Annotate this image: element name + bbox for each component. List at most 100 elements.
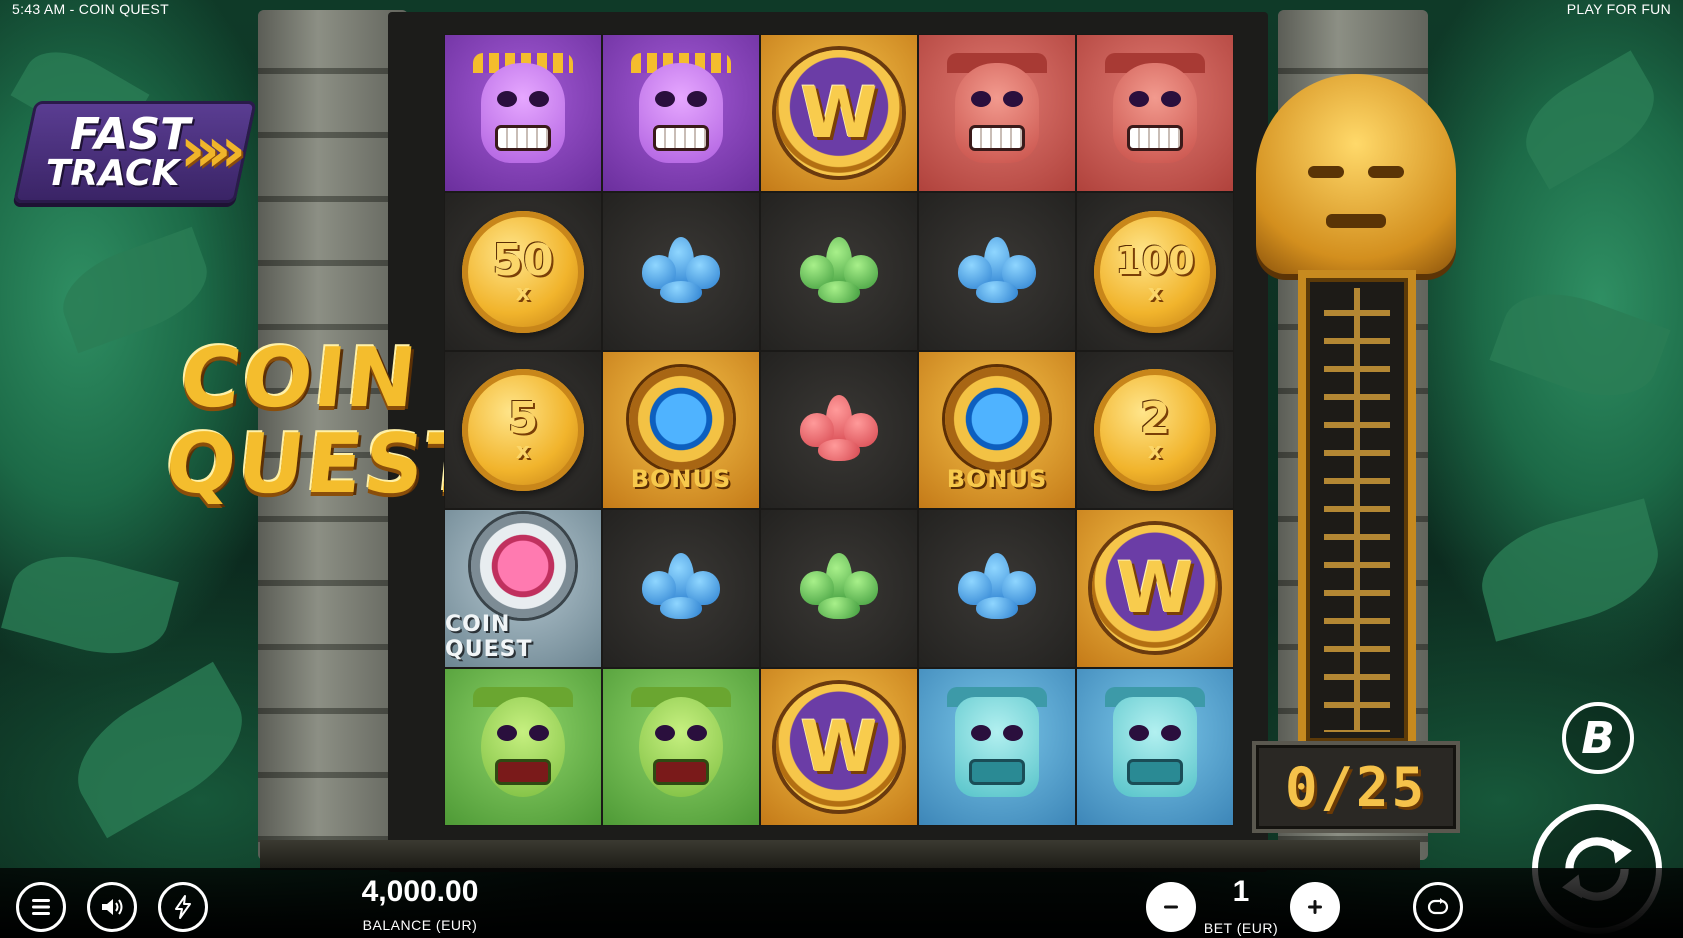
reel-cell bbox=[918, 34, 1076, 193]
reel-cell bbox=[602, 509, 760, 668]
scatter-medallion-icon bbox=[471, 514, 575, 619]
menu-button[interactable] bbox=[16, 882, 66, 932]
leaf-decoration bbox=[1470, 498, 1670, 642]
coin-quest-scatter-symbol: COIN QUEST bbox=[445, 514, 601, 662]
wild-symbol: W bbox=[776, 683, 902, 810]
reel-cell bbox=[444, 34, 602, 193]
green-gem-icon bbox=[796, 236, 882, 307]
reel-cell bbox=[1076, 34, 1234, 193]
brand-letter: B bbox=[1581, 712, 1615, 764]
blue-gem-icon bbox=[638, 553, 724, 623]
reel-cell: COIN QUEST bbox=[444, 509, 602, 668]
bonus-label: BONUS bbox=[630, 464, 732, 493]
reel-cell bbox=[918, 192, 1076, 351]
jaguar-mask-icon bbox=[937, 53, 1057, 173]
leaf-decoration bbox=[57, 661, 263, 839]
collector-counter-value: 0/25 bbox=[1284, 755, 1428, 819]
collector-counter: 0/25 bbox=[1252, 741, 1460, 833]
reel-cell bbox=[760, 509, 918, 668]
reel-cell bbox=[602, 667, 760, 826]
reel-cell: 5x bbox=[444, 350, 602, 510]
bet-decrease-button[interactable] bbox=[1146, 882, 1196, 932]
serpent-mask-icon bbox=[1095, 686, 1215, 807]
reel-cell: BONUS bbox=[918, 350, 1076, 510]
reel-cell bbox=[602, 34, 760, 193]
coin-value: 50 bbox=[492, 234, 554, 286]
reel-cell bbox=[1076, 667, 1234, 826]
bet-label: BET (EUR) bbox=[1203, 920, 1279, 936]
bonus-label: BONUS bbox=[946, 464, 1048, 493]
serpent-mask-icon bbox=[937, 686, 1057, 807]
bet-increase-button[interactable] bbox=[1290, 882, 1340, 932]
jaguar-mask-icon bbox=[1095, 53, 1215, 173]
reel-cell bbox=[760, 350, 918, 510]
reel-cell bbox=[918, 509, 1076, 668]
play-mode-label: PLAY FOR FUN bbox=[1566, 1, 1671, 17]
bonus-symbol: BONUS bbox=[629, 366, 733, 493]
reel-cell: W bbox=[1076, 509, 1234, 668]
fast-track-line2: TRACK bbox=[46, 153, 180, 194]
plus-icon bbox=[1308, 900, 1322, 914]
reel-cell bbox=[760, 192, 918, 351]
coin-multiplier: x bbox=[515, 280, 531, 306]
minus-icon bbox=[1164, 905, 1178, 909]
reel-cell: 100 x bbox=[1076, 192, 1234, 351]
coin-multiplier: x bbox=[1147, 438, 1163, 464]
coin-multiplier: x bbox=[515, 438, 531, 464]
game-logo: COIN QUEST bbox=[161, 331, 488, 536]
turbo-button[interactable] bbox=[158, 882, 208, 932]
bet-value: 1 bbox=[1232, 875, 1250, 908]
blue-gem-icon bbox=[954, 553, 1040, 623]
leaf-decoration bbox=[1489, 275, 1671, 415]
reel-cell: W bbox=[760, 667, 918, 826]
coin-symbol: 100 x bbox=[1094, 210, 1216, 333]
reel-cell: W bbox=[760, 34, 918, 193]
logo-line2: QUEST bbox=[161, 417, 489, 512]
reel-grid: W 50 x 100 x 5 x BONUS BONUS 2 x COIN QUEST W W bbox=[444, 34, 1234, 826]
red-gem-icon bbox=[796, 394, 882, 465]
reel-cell: 50 x bbox=[444, 192, 602, 351]
bonus-symbol: BONUS bbox=[945, 366, 1049, 493]
reel-cell bbox=[444, 667, 602, 826]
reel-cell: 2x bbox=[1076, 350, 1234, 510]
coin-multiplier: x bbox=[1147, 280, 1163, 306]
wild-symbol: W bbox=[1092, 525, 1218, 652]
wild-label: W bbox=[800, 705, 878, 788]
collector-totem bbox=[1252, 74, 1462, 814]
coin-value: 5 bbox=[507, 392, 539, 444]
turbo-icon bbox=[175, 895, 191, 919]
reel-cell bbox=[602, 192, 760, 351]
leaf-decoration bbox=[1, 540, 179, 670]
monkey-mask-icon bbox=[463, 686, 583, 807]
temple-floor bbox=[260, 840, 1420, 870]
autoplay-button[interactable] bbox=[1413, 882, 1463, 932]
balance-label: BALANCE (EUR) bbox=[362, 917, 478, 933]
green-gem-icon bbox=[796, 553, 882, 623]
brand-badge: B bbox=[1562, 702, 1634, 774]
reel-cell bbox=[918, 667, 1076, 826]
wild-label: W bbox=[800, 72, 878, 155]
coin-value: 2 bbox=[1139, 392, 1171, 444]
coin-symbol: 2x bbox=[1094, 368, 1216, 491]
bonus-medallion-icon bbox=[945, 366, 1049, 471]
menu-icon bbox=[32, 899, 50, 915]
fast-track-button[interactable]: FAST TRACK »» bbox=[13, 101, 257, 203]
coin-quest-scatter-label: COIN QUEST bbox=[445, 612, 533, 663]
wild-symbol: W bbox=[776, 50, 902, 177]
totem-mask-icon bbox=[1256, 74, 1456, 274]
totem-column bbox=[1298, 270, 1416, 750]
leaf-decoration bbox=[1509, 50, 1671, 190]
sound-icon bbox=[102, 899, 123, 915]
skull-mask-icon bbox=[463, 53, 583, 173]
wild-label: W bbox=[1116, 547, 1194, 630]
sound-button[interactable] bbox=[87, 882, 137, 932]
coin-symbol: 50 x bbox=[462, 210, 584, 333]
status-title: 5:43 AM - COIN QUEST bbox=[12, 1, 169, 17]
coin-value: 100 bbox=[1115, 238, 1195, 283]
monkey-mask-icon bbox=[621, 686, 741, 807]
bonus-medallion-icon bbox=[629, 366, 733, 471]
chevrons-icon: »» bbox=[179, 113, 246, 186]
blue-gem-icon bbox=[638, 236, 724, 307]
skull-mask-icon bbox=[621, 53, 741, 173]
blue-gem-icon bbox=[954, 236, 1040, 307]
